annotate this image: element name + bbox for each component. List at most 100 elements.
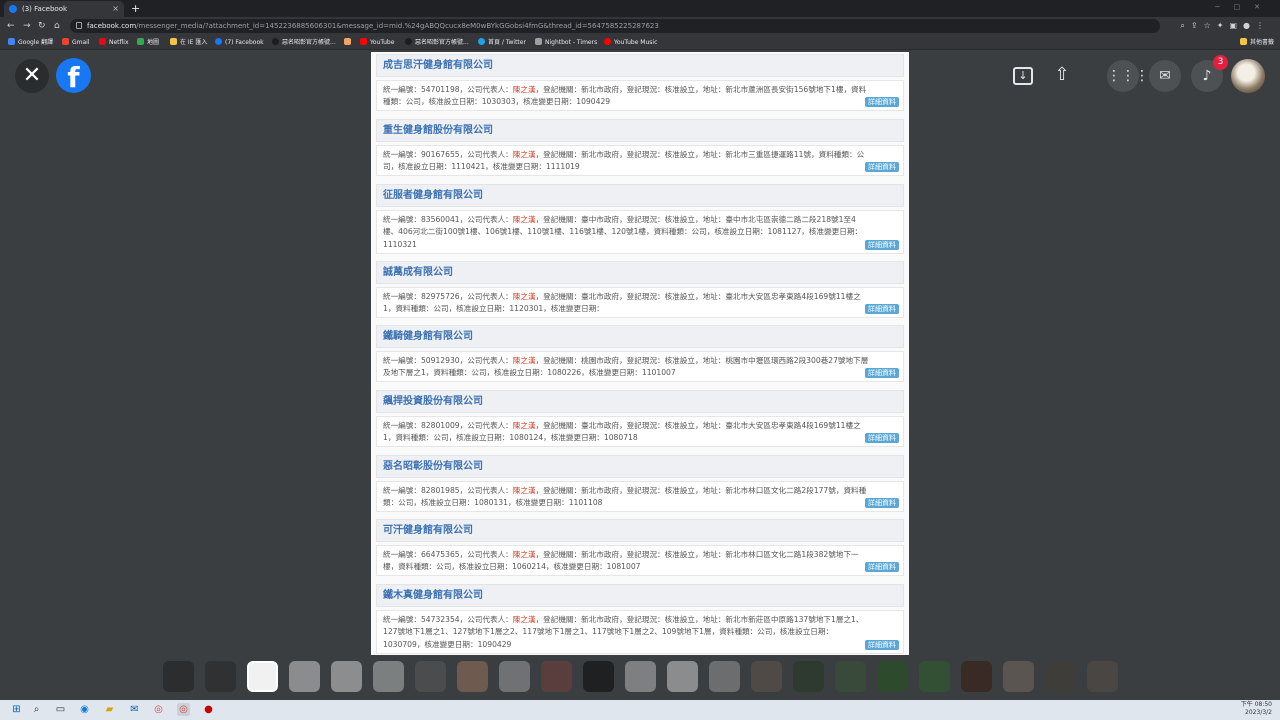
edge-icon[interactable]: ◉ <box>78 703 91 716</box>
bookmark-item[interactable]: Google 翻譯 <box>8 35 53 50</box>
extensions-icon[interactable]: ✦ <box>1217 21 1230 30</box>
thumbnail[interactable] <box>163 661 194 692</box>
details-button[interactable]: 詳細資料 <box>865 498 899 508</box>
thumbnail[interactable] <box>793 661 824 692</box>
company-name[interactable]: 重生健身館股份有限公司 <box>376 119 904 142</box>
share-icon[interactable]: ⇪ <box>1191 21 1204 30</box>
other-bookmarks[interactable]: 其他書籤 <box>1240 35 1274 50</box>
details-button[interactable]: 詳細資料 <box>865 162 899 172</box>
folder-icon <box>170 38 177 45</box>
account-avatar[interactable] <box>1231 59 1265 93</box>
thumbnail-selected[interactable] <box>247 661 278 692</box>
share-icon[interactable]: ⇧ <box>1052 64 1072 86</box>
system-clock[interactable]: 下午 08:50 2023/3/2 <box>1241 701 1272 717</box>
address-bar[interactable]: facebook.com/messenger_media/?attachment… <box>70 19 1160 33</box>
company-details: 統一編號：82975726，公司代表人：陳之漢，登記機關：臺北市政府，登記現況：… <box>376 287 904 318</box>
thumbnail[interactable] <box>625 661 656 692</box>
window-controls[interactable]: ─□✕ <box>1215 0 1274 14</box>
browser-tab-bar: (3) Facebook × + ─□✕ <box>0 0 1280 17</box>
facebook-logo[interactable]: f <box>56 58 91 94</box>
bookmark-item[interactable]: Netflix <box>99 35 129 50</box>
details-button[interactable]: 詳細資料 <box>865 304 899 314</box>
bookmark-item[interactable]: YouTube <box>360 35 394 50</box>
tab-close-icon[interactable]: × <box>112 1 119 17</box>
search-icon[interactable]: ⌕ <box>30 703 43 716</box>
task-view-icon[interactable]: ▭ <box>54 703 67 716</box>
thumbnail[interactable] <box>499 661 530 692</box>
new-tab-button[interactable]: + <box>131 0 140 17</box>
details-button[interactable]: 詳細資料 <box>865 368 899 378</box>
bookmark-item[interactable]: Nightbot - Timers <box>535 35 597 50</box>
details-button[interactable]: 詳細資料 <box>865 562 899 572</box>
chrome-active-icon[interactable]: ◎ <box>177 703 190 716</box>
company-name[interactable]: 惡名昭彰股份有限公司 <box>376 455 904 478</box>
thumbnail[interactable] <box>1045 661 1076 692</box>
company-name[interactable]: 鐵騎健身館有限公司 <box>376 325 904 348</box>
app-icon[interactable]: ● <box>202 703 215 716</box>
back-icon[interactable]: ← <box>7 17 15 35</box>
details-button[interactable]: 詳細資料 <box>865 433 899 443</box>
thumbnail[interactable] <box>919 661 950 692</box>
chrome-icon[interactable]: ◎ <box>152 703 165 716</box>
thumbnail[interactable] <box>1087 661 1118 692</box>
bookmark-item[interactable]: 首頁 / Twitter <box>478 35 526 50</box>
company-name[interactable]: 飆捍投資股份有限公司 <box>376 390 904 413</box>
thumbnail[interactable] <box>1003 661 1034 692</box>
close-viewer-button[interactable]: ✕ <box>15 59 49 93</box>
thumbnail[interactable] <box>373 661 404 692</box>
translate-icon <box>8 38 15 45</box>
bookmark-item[interactable]: 地圖 <box>137 35 159 50</box>
windows-start-icon[interactable]: ⊞ <box>10 703 23 716</box>
thumbnail[interactable] <box>331 661 362 692</box>
thumbnail[interactable] <box>877 661 908 692</box>
thumbnail[interactable] <box>835 661 866 692</box>
menu-icon[interactable]: ⋮ <box>1256 21 1270 30</box>
reload-icon[interactable]: ↻ <box>38 17 46 35</box>
bookmark-item[interactable] <box>344 35 354 50</box>
thumbnail[interactable] <box>205 661 236 692</box>
thumbnail[interactable] <box>961 661 992 692</box>
mail-icon[interactable]: ✉ <box>128 703 141 716</box>
thumbnail[interactable] <box>709 661 740 692</box>
bookmark-item[interactable]: (7) Facebook <box>215 35 264 50</box>
sidebar-icon[interactable]: ▣ <box>1229 21 1243 30</box>
company-name[interactable]: 鐵木真健身館有限公司 <box>376 584 904 607</box>
bookmark-item[interactable]: 惡名昭彰官方帳號... <box>272 35 336 50</box>
window-close-icon[interactable]: ✕ <box>1254 3 1274 11</box>
company-name[interactable]: 誠萬成有限公司 <box>376 261 904 284</box>
thumbnail[interactable] <box>289 661 320 692</box>
company-name[interactable]: 成吉思汗健身館有限公司 <box>376 54 904 77</box>
details-button[interactable]: 詳細資料 <box>865 97 899 107</box>
zoom-icon[interactable]: ⌕ <box>1180 21 1190 30</box>
browser-tab[interactable]: (3) Facebook × <box>4 1 124 17</box>
bookmark-item[interactable]: 惡名昭彰官方帳號... <box>405 35 469 50</box>
thumbnail[interactable] <box>457 661 488 692</box>
company-details: 統一編號：82801985，公司代表人：陳之漢，登記機關：新北市政府，登記現況：… <box>376 481 904 512</box>
minimize-icon[interactable]: ─ <box>1215 3 1233 11</box>
notifications-button[interactable]: ♪ 3 <box>1191 55 1228 92</box>
thumbnail[interactable] <box>667 661 698 692</box>
home-icon[interactable]: ⌂ <box>54 17 60 35</box>
messenger-button[interactable]: ✉ <box>1149 60 1181 92</box>
thumbnail[interactable] <box>541 661 572 692</box>
details-button[interactable]: 詳細資料 <box>865 240 899 250</box>
company-name[interactable]: 可汗健身館有限公司 <box>376 519 904 542</box>
star-icon[interactable]: ☆ <box>1204 21 1217 30</box>
forward-icon[interactable]: → <box>23 17 31 35</box>
profile-icon[interactable]: ● <box>1243 21 1256 30</box>
folder-icon <box>1240 38 1247 45</box>
download-icon[interactable]: ↓ <box>1013 67 1033 85</box>
thumbnail[interactable] <box>583 661 614 692</box>
os-taskbar: ⊞ ⌕ ▭ ◉ ▰ ✉ ◎ ◎ ● 下午 08:50 2023/3/2 <box>0 700 1280 720</box>
tab-title: (3) Facebook <box>22 5 68 13</box>
bookmark-item[interactable]: Gmail <box>62 35 90 50</box>
thumbnail[interactable] <box>751 661 782 692</box>
menu-grid-button[interactable]: ⋮⋮⋮ <box>1107 60 1149 92</box>
file-explorer-icon[interactable]: ▰ <box>103 703 116 716</box>
company-name[interactable]: 征服者健身館有限公司 <box>376 184 904 207</box>
bookmark-item[interactable]: 在 IE 匯入 <box>170 35 207 50</box>
bookmark-item[interactable]: YouTube Music <box>604 35 657 50</box>
maximize-icon[interactable]: □ <box>1234 3 1255 11</box>
details-button[interactable]: 詳細資料 <box>865 640 899 650</box>
thumbnail[interactable] <box>415 661 446 692</box>
